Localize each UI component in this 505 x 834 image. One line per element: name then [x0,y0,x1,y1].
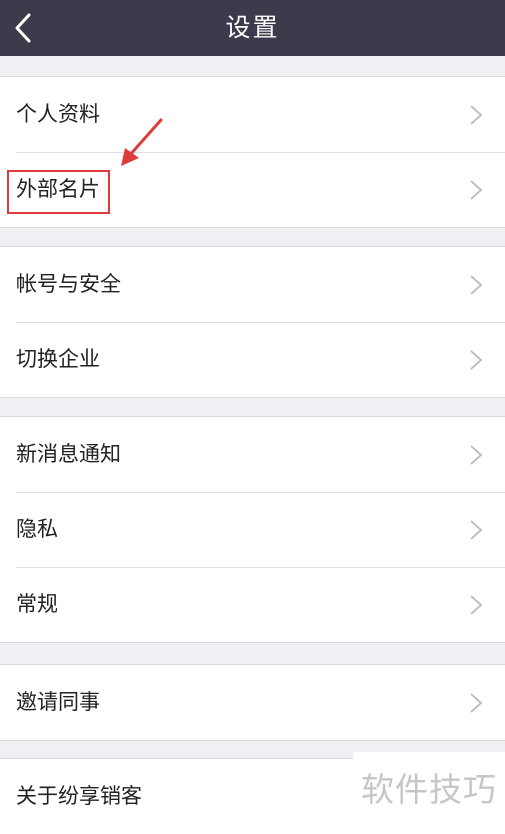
settings-group-invite: 邀请同事 [0,664,505,741]
annotation-arrow-icon [121,118,163,166]
settings-item-notifications[interactable]: 新消息通知 [0,417,505,492]
settings-item-invite-colleagues[interactable]: 邀请同事 [0,665,505,740]
settings-item-label: 关于纷享销客 [16,784,142,808]
chevron-right-icon [469,179,483,201]
chevron-right-icon [469,349,483,371]
settings-item-general[interactable]: 常规 [0,567,505,642]
chevron-right-icon [469,104,483,126]
settings-item-label: 切换企业 [16,347,100,371]
settings-item-personal-profile[interactable]: 个人资料 [0,77,505,152]
chevron-right-icon [469,274,483,296]
chevron-right-icon [469,444,483,466]
settings-item-label: 帐号与安全 [16,272,121,296]
settings-item-account-security[interactable]: 帐号与安全 [0,247,505,322]
chevron-right-icon [469,692,483,714]
watermark: 软件技巧 [353,752,505,828]
settings-group-account: 帐号与安全 切换企业 [0,246,505,398]
settings-group-general: 新消息通知 隐私 常规 [0,416,505,643]
chevron-right-icon [469,594,483,616]
top-bar: 设置 [0,0,505,56]
chevron-right-icon [469,519,483,541]
settings-item-switch-company[interactable]: 切换企业 [0,322,505,397]
settings-item-label: 隐私 [16,517,58,541]
annotation-highlight-box [7,170,110,214]
settings-item-label: 常规 [16,592,58,616]
settings-item-privacy[interactable]: 隐私 [0,492,505,567]
settings-item-label: 个人资料 [16,102,100,126]
settings-item-label: 邀请同事 [16,690,100,714]
settings-item-label: 新消息通知 [16,442,121,466]
page-title: 设置 [225,13,280,42]
